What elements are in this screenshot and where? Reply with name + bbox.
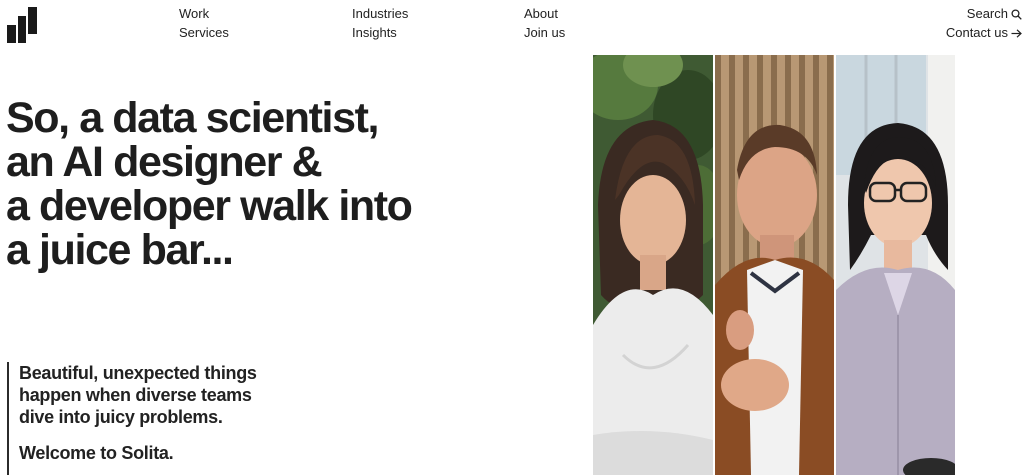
search-icon xyxy=(1011,8,1022,20)
headline-line: a juice bar... xyxy=(6,226,234,274)
nav-work[interactable]: Work xyxy=(179,6,209,22)
nav-about[interactable]: About xyxy=(524,6,558,22)
headline-line: So, a data scientist, xyxy=(6,94,379,142)
nav-join-us[interactable]: Join us xyxy=(524,25,565,41)
solita-logo[interactable] xyxy=(7,7,37,43)
contact-us-label: Contact us xyxy=(945,25,1008,40)
hero-intro: Beautiful, unexpected things happen when… xyxy=(7,362,289,475)
nav-industries[interactable]: Industries xyxy=(352,6,408,22)
hero-photo-data-scientist xyxy=(593,55,713,475)
nav-insights[interactable]: Insights xyxy=(352,25,397,41)
hero-photo-ai-designer xyxy=(715,55,834,475)
hero-photo-developer xyxy=(836,55,955,475)
hero-headline: So, a data scientist, an AI designer & a… xyxy=(6,96,476,272)
welcome-text: Welcome to Solita. xyxy=(19,443,174,463)
headline-line: a developer walk into xyxy=(6,182,413,230)
arrow-right-icon xyxy=(1011,28,1022,38)
headline-line: an AI designer & xyxy=(6,138,323,186)
search-button[interactable]: Search xyxy=(967,6,1022,22)
search-label: Search xyxy=(966,6,1008,21)
nav-services[interactable]: Services xyxy=(179,25,229,41)
contact-us-link[interactable]: Contact us xyxy=(946,25,1022,41)
intro-text: Beautiful, unexpected things happen when… xyxy=(19,363,257,427)
